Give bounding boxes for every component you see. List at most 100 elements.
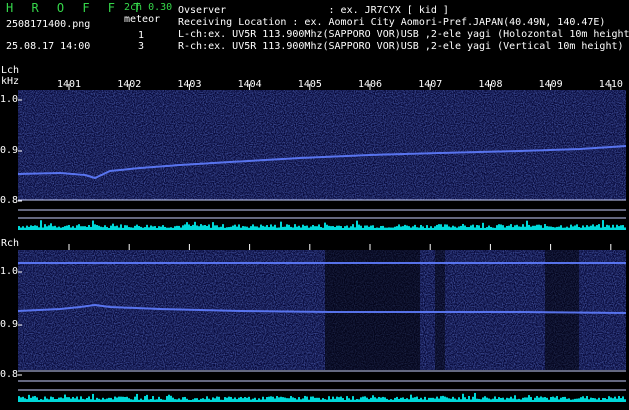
level-bar <box>500 397 502 402</box>
level-bar <box>428 397 430 402</box>
level-bar <box>332 396 334 402</box>
level-bar <box>268 396 270 402</box>
level-bar <box>342 227 344 230</box>
level-bar <box>362 227 364 230</box>
level-bar <box>504 227 506 230</box>
level-bar <box>554 397 556 402</box>
level-bar <box>484 396 486 402</box>
level-bar <box>568 227 570 230</box>
level-bar <box>248 227 250 230</box>
level-bar <box>78 399 80 402</box>
level-bar <box>560 397 562 402</box>
level-bar <box>54 225 56 230</box>
level-bar <box>514 395 516 402</box>
level-bar <box>564 227 566 230</box>
level-bar <box>618 226 620 230</box>
rch-level-meter <box>18 392 626 402</box>
level-bar <box>192 399 194 402</box>
level-bar <box>542 397 544 402</box>
level-bar <box>350 399 352 402</box>
level-bar <box>546 397 548 402</box>
level-bar <box>356 220 358 230</box>
level-bar <box>210 399 212 402</box>
level-bar <box>194 221 196 230</box>
level-bar <box>158 396 160 402</box>
level-bar <box>470 225 472 230</box>
level-bar <box>292 397 294 402</box>
level-bar <box>288 224 290 230</box>
level-bar <box>44 396 46 402</box>
level-bar <box>338 225 340 230</box>
level-bar <box>112 399 114 402</box>
level-bar <box>462 223 464 230</box>
level-bar <box>408 399 410 402</box>
level-bar <box>26 399 28 402</box>
level-bar <box>132 399 134 402</box>
level-bar <box>108 227 110 230</box>
level-bar <box>136 224 138 230</box>
level-bar <box>40 399 42 402</box>
level-bar <box>136 393 138 402</box>
level-bar <box>512 398 514 402</box>
level-bar <box>148 227 150 230</box>
level-bar <box>156 227 158 230</box>
level-bar <box>488 398 490 402</box>
level-bar <box>126 225 128 230</box>
level-bar <box>86 398 88 402</box>
level-bar <box>230 226 232 230</box>
level-bar <box>224 397 226 402</box>
level-bar <box>360 397 362 402</box>
level-bar <box>550 396 552 402</box>
level-bar <box>398 224 400 230</box>
level-bar <box>612 398 614 402</box>
level-bar <box>186 222 188 230</box>
level-bar <box>326 399 328 402</box>
level-bar <box>96 397 98 402</box>
level-bar <box>212 222 214 230</box>
level-bar <box>132 227 134 230</box>
level-bar <box>18 226 20 230</box>
level-bar <box>346 396 348 402</box>
level-bar <box>598 397 600 402</box>
level-bar <box>116 397 118 402</box>
level-bar <box>312 396 314 402</box>
level-bar <box>150 225 152 230</box>
level-bar <box>588 399 590 402</box>
level-bar <box>164 399 166 402</box>
level-bar <box>196 225 198 230</box>
rch-dropout-band <box>435 250 445 395</box>
level-bar <box>434 398 436 402</box>
level-bar <box>294 224 296 230</box>
level-bar <box>52 397 54 402</box>
level-bar <box>552 396 554 402</box>
level-bar <box>572 226 574 230</box>
level-bar <box>532 225 534 230</box>
level-bar <box>200 224 202 230</box>
level-bar <box>144 396 146 402</box>
level-bar <box>262 225 264 230</box>
level-bar <box>264 226 266 230</box>
level-bar <box>98 225 100 230</box>
level-bar <box>218 227 220 230</box>
level-bar <box>296 399 298 402</box>
level-bar <box>232 225 234 230</box>
level-bar <box>354 399 356 402</box>
level-bar <box>446 224 448 230</box>
level-bar <box>302 398 304 402</box>
level-bar <box>418 227 420 230</box>
level-bar <box>598 224 600 230</box>
level-bar <box>542 227 544 230</box>
level-bar <box>348 227 350 230</box>
level-bar <box>316 226 318 230</box>
level-bar <box>280 396 282 402</box>
level-bar <box>28 394 30 402</box>
level-bar <box>30 225 32 230</box>
level-bar <box>472 224 474 230</box>
level-bar <box>556 226 558 230</box>
level-bar <box>206 225 208 230</box>
level-bar <box>544 224 546 230</box>
level-bar <box>482 222 484 230</box>
level-bar <box>410 227 412 230</box>
level-bar <box>452 225 454 230</box>
level-bar <box>382 396 384 402</box>
